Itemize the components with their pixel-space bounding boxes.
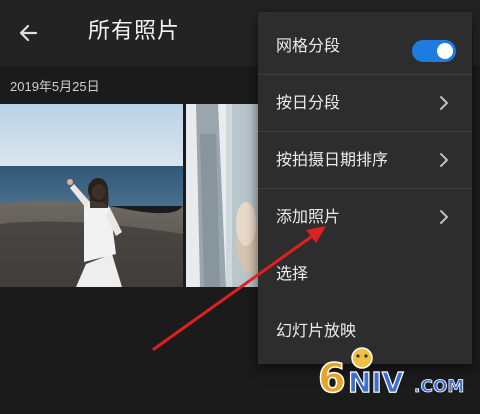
watermark-logo: 6 NIV .COM <box>314 336 474 406</box>
menu-item-label: 网格分段 <box>276 36 341 55</box>
menu-item-label: 添加照片 <box>276 207 341 226</box>
page-title: 所有照片 <box>88 19 181 44</box>
svg-text:.COM: .COM <box>414 377 464 397</box>
beach-photo-image <box>0 104 183 287</box>
menu-item-label: 选择 <box>276 264 309 283</box>
back-arrow-icon[interactable] <box>14 17 46 49</box>
svg-text:6: 6 <box>318 356 346 402</box>
chevron-right-icon <box>440 210 449 224</box>
menu-item-label: 按日分段 <box>276 93 341 112</box>
chevron-right-icon <box>440 153 449 167</box>
svg-text:NIV: NIV <box>348 366 404 399</box>
menu-item-group-by-day[interactable]: 按日分段 <box>258 75 472 131</box>
overflow-menu: 网格分段 按日分段 按拍摄日期排序 添加照片 选择 幻灯片放映 <box>258 12 472 364</box>
toggle-knob <box>437 43 453 59</box>
chevron-right-icon <box>440 96 449 110</box>
menu-item-add-photos[interactable]: 添加照片 <box>258 189 472 245</box>
photo-thumbnail-beach[interactable] <box>0 104 183 287</box>
menu-item-label: 按拍摄日期排序 <box>276 150 389 169</box>
menu-item-sort-by-date[interactable]: 按拍摄日期排序 <box>258 132 472 188</box>
grid-sections-toggle[interactable] <box>412 40 456 62</box>
menu-item-grid-sections[interactable]: 网格分段 <box>258 18 472 74</box>
menu-item-select[interactable]: 选择 <box>258 246 472 302</box>
date-section-header: 2019年5月25日 <box>10 79 100 94</box>
